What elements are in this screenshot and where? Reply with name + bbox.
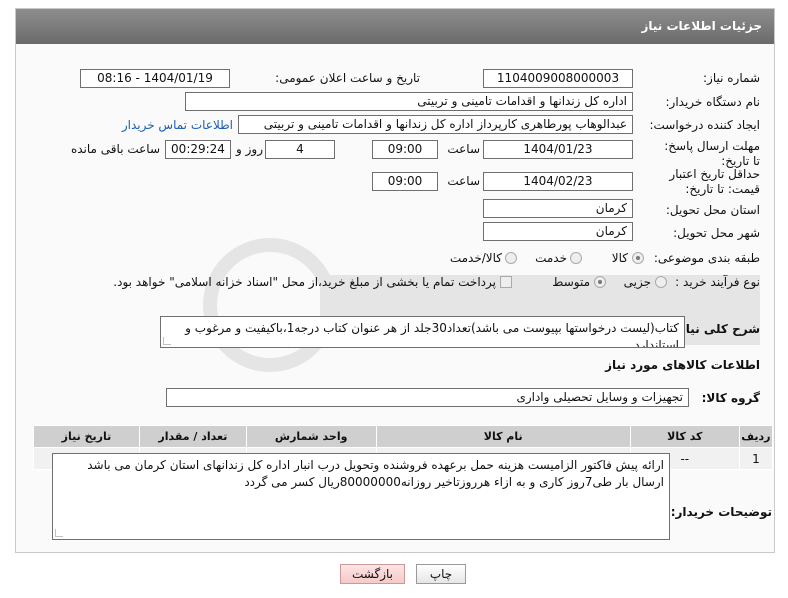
purchase-type-medium-radio[interactable] bbox=[594, 276, 606, 288]
panel-title: جزئیات اطلاعات نیاز bbox=[16, 9, 774, 44]
category-goods-radio[interactable] bbox=[632, 252, 644, 264]
need-number-field: 1104009008000003 bbox=[483, 69, 633, 88]
goods-group-label: گروه کالا: bbox=[701, 391, 760, 405]
deadline-time-label: ساعت bbox=[447, 142, 480, 156]
category-goods-service-label: کالا/خدمت bbox=[449, 251, 502, 265]
buyer-notes-label: توضیحات خریدار: bbox=[670, 505, 772, 519]
table-header-row: ردیف کد کالا نام کالا واحد شمارش تعداد /… bbox=[33, 425, 774, 448]
col-name: نام کالا bbox=[375, 425, 631, 448]
category-label: طبقه بندی موضوعی: bbox=[653, 251, 760, 265]
delivery-city-field: کرمان bbox=[483, 222, 633, 241]
delivery-province-label: استان محل تحویل: bbox=[665, 203, 760, 217]
category-service-radio[interactable] bbox=[570, 252, 582, 264]
remaining-time-field: 00:29:24 bbox=[165, 140, 231, 159]
description-textarea[interactable]: کتاب(لیست درخواستها بپیوست می باشد)تعداد… bbox=[160, 316, 685, 348]
deadline-date-field: 1404/01/23 bbox=[483, 140, 633, 159]
requester-field: عبدالوهاب پورطاهری کارپرداز اداره کل زند… bbox=[238, 115, 633, 134]
treasury-payment-checkbox[interactable] bbox=[500, 276, 512, 288]
purchase-type-medium-label: متوسط bbox=[552, 275, 590, 289]
price-validity-date-field: 1404/02/23 bbox=[483, 172, 633, 191]
deadline-label: مهلت ارسال پاسخ: تا تاریخ: bbox=[664, 139, 760, 168]
days-field: 4 bbox=[265, 140, 335, 159]
buyer-org-label: نام دستگاه خریدار: bbox=[665, 95, 761, 109]
price-validity-time-label: ساعت bbox=[447, 174, 480, 188]
category-goods-label: کالا bbox=[611, 251, 628, 265]
price-validity-label: حداقل تاریخ اعتبار قیمت: تا تاریخ: bbox=[669, 167, 760, 196]
delivery-province-field: کرمان bbox=[483, 199, 633, 218]
buyer-notes-textarea[interactable]: ارائه پیش فاکتور الزامیست هزینه حمل برعه… bbox=[52, 453, 670, 540]
col-unit: واحد شمارش bbox=[245, 425, 377, 448]
buyer-notes-text: ارائه پیش فاکتور الزامیست هزینه حمل برعه… bbox=[87, 458, 664, 489]
purchase-type-minor-label: جزیی bbox=[623, 275, 651, 289]
cell-row: 1 bbox=[738, 447, 774, 470]
announce-datetime-label: تاریخ و ساعت اعلان عمومی: bbox=[275, 71, 420, 85]
col-code: کد کالا bbox=[629, 425, 740, 448]
treasury-payment-note: پرداخت تمام یا بخشی از مبلغ خرید،از محل … bbox=[113, 275, 496, 289]
goods-section-title: اطلاعات کالاهای مورد نیاز bbox=[605, 358, 760, 372]
col-row: ردیف bbox=[738, 425, 774, 448]
remaining-time-label: ساعت باقی مانده bbox=[70, 142, 160, 156]
buyer-org-field: اداره کل زندانها و اقدامات تامینی و تربی… bbox=[185, 92, 633, 111]
buyer-contact-link[interactable]: اطلاعات تماس خریدار bbox=[118, 118, 233, 132]
resize-grip-icon[interactable] bbox=[55, 529, 63, 537]
requester-label: ایجاد کننده درخواست: bbox=[649, 118, 760, 132]
purchase-type-minor-radio[interactable] bbox=[655, 276, 667, 288]
category-service-label: خدمت bbox=[535, 251, 567, 265]
price-validity-time-field: 09:00 bbox=[372, 172, 438, 191]
delivery-city-label: شهر محل تحویل: bbox=[673, 226, 760, 240]
description-label: شرح کلی نیاز: bbox=[674, 322, 760, 336]
col-need-date: تاریخ نیاز bbox=[33, 425, 140, 448]
print-button[interactable]: چاپ bbox=[416, 564, 466, 584]
deadline-time-field: 09:00 bbox=[372, 140, 438, 159]
back-button[interactable]: بازگشت bbox=[340, 564, 405, 584]
description-text: کتاب(لیست درخواستها بپیوست می باشد)تعداد… bbox=[185, 321, 679, 348]
category-goods-service-radio[interactable] bbox=[505, 252, 517, 264]
days-label: روز و bbox=[236, 142, 263, 156]
goods-group-field: تجهیزات و وسایل تحصیلی واداری bbox=[166, 388, 689, 407]
resize-grip-icon[interactable] bbox=[163, 337, 171, 345]
col-quantity: تعداد / مقدار bbox=[138, 425, 247, 448]
announce-datetime-field: 1404/01/19 - 08:16 bbox=[80, 69, 230, 88]
need-number-label: شماره نیاز: bbox=[703, 71, 760, 85]
